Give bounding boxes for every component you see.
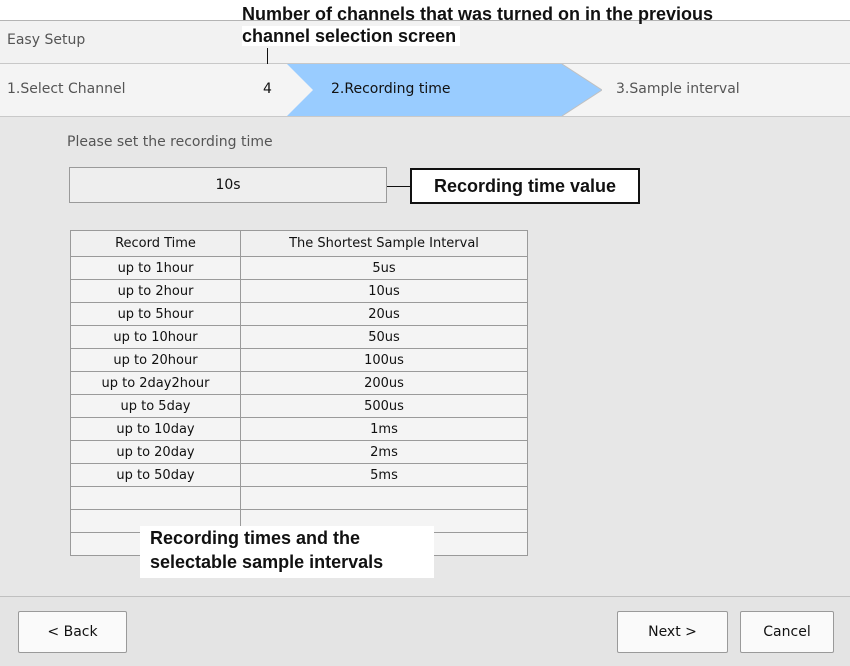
sample-interval-cell: 2ms xyxy=(240,440,528,464)
sample-interval-cell: 50us xyxy=(240,325,528,349)
record-time-cell: up to 10hour xyxy=(70,325,241,349)
next-button[interactable]: Next > xyxy=(617,611,728,653)
dialog-title: Easy Setup xyxy=(7,32,86,48)
table-row[interactable]: up to 2day2hour 200us xyxy=(70,371,528,395)
table-callout-line2: selectable sample intervals xyxy=(150,552,384,572)
cancel-button[interactable]: Cancel xyxy=(740,611,834,653)
table-row[interactable]: up to 5hour 20us xyxy=(70,302,528,326)
channels-leader-line xyxy=(267,48,268,64)
back-button[interactable]: < Back xyxy=(18,611,127,653)
record-time-cell: up to 2hour xyxy=(70,279,241,303)
record-time-cell xyxy=(70,486,241,510)
table-row[interactable]: up to 50day 5ms xyxy=(70,463,528,487)
sample-interval-cell: 5ms xyxy=(240,463,528,487)
record-time-cell: up to 20day xyxy=(70,440,241,464)
table-row[interactable]: up to 20hour 100us xyxy=(70,348,528,372)
record-time-cell: up to 50day xyxy=(70,463,241,487)
step-recording-time[interactable]: 2.Recording time xyxy=(331,81,450,97)
record-time-cell: up to 10day xyxy=(70,417,241,441)
channels-callout-line2: channel selection screen xyxy=(242,26,461,46)
recording-value-callout: Recording time value xyxy=(410,168,640,204)
record-time-cell: up to 20hour xyxy=(70,348,241,372)
table-row[interactable] xyxy=(70,486,528,510)
button-bar: < Back Next > Cancel xyxy=(0,596,850,666)
column-header-record-time: Record Time xyxy=(70,230,241,257)
channels-callout: Number of channels that was turned on in… xyxy=(242,3,713,47)
step-sample-interval[interactable]: 3.Sample interval xyxy=(616,81,740,97)
channel-count: 4 xyxy=(263,81,272,97)
channels-callout-line1: Number of channels that was turned on in… xyxy=(242,4,714,24)
sample-interval-cell: 200us xyxy=(240,371,528,395)
record-time-cell: up to 2day2hour xyxy=(70,371,241,395)
sample-interval-cell xyxy=(240,486,528,510)
sample-interval-cell: 500us xyxy=(240,394,528,418)
table-callout: Recording times and the selectable sampl… xyxy=(140,526,434,578)
table-row[interactable]: up to 20day 2ms xyxy=(70,440,528,464)
sample-interval-cell: 1ms xyxy=(240,417,528,441)
step-select-channel[interactable]: 1.Select Channel xyxy=(7,81,125,97)
sample-interval-cell: 20us xyxy=(240,302,528,326)
record-time-cell: up to 1hour xyxy=(70,256,241,280)
step-indicator: 1.Select Channel 4 2.Recording time 3.Sa… xyxy=(0,64,850,117)
record-time-cell: up to 5day xyxy=(70,394,241,418)
recording-value-leader-line xyxy=(387,186,410,187)
table-row[interactable]: up to 10hour 50us xyxy=(70,325,528,349)
table-callout-line1: Recording times and the xyxy=(150,528,361,548)
table-row[interactable]: up to 2hour 10us xyxy=(70,279,528,303)
table-row[interactable]: up to 5day 500us xyxy=(70,394,528,418)
recording-time-field[interactable]: 10s xyxy=(69,167,387,203)
record-time-cell: up to 5hour xyxy=(70,302,241,326)
sample-interval-cell: 100us xyxy=(240,348,528,372)
sample-interval-cell: 10us xyxy=(240,279,528,303)
table-row[interactable]: up to 10day 1ms xyxy=(70,417,528,441)
recording-time-table: Record Time The Shortest Sample Interval… xyxy=(70,230,528,556)
table-row[interactable]: up to 1hour 5us xyxy=(70,256,528,280)
sample-interval-cell: 5us xyxy=(240,256,528,280)
recording-time-prompt: Please set the recording time xyxy=(67,134,273,150)
column-header-sample-interval: The Shortest Sample Interval xyxy=(240,230,528,257)
